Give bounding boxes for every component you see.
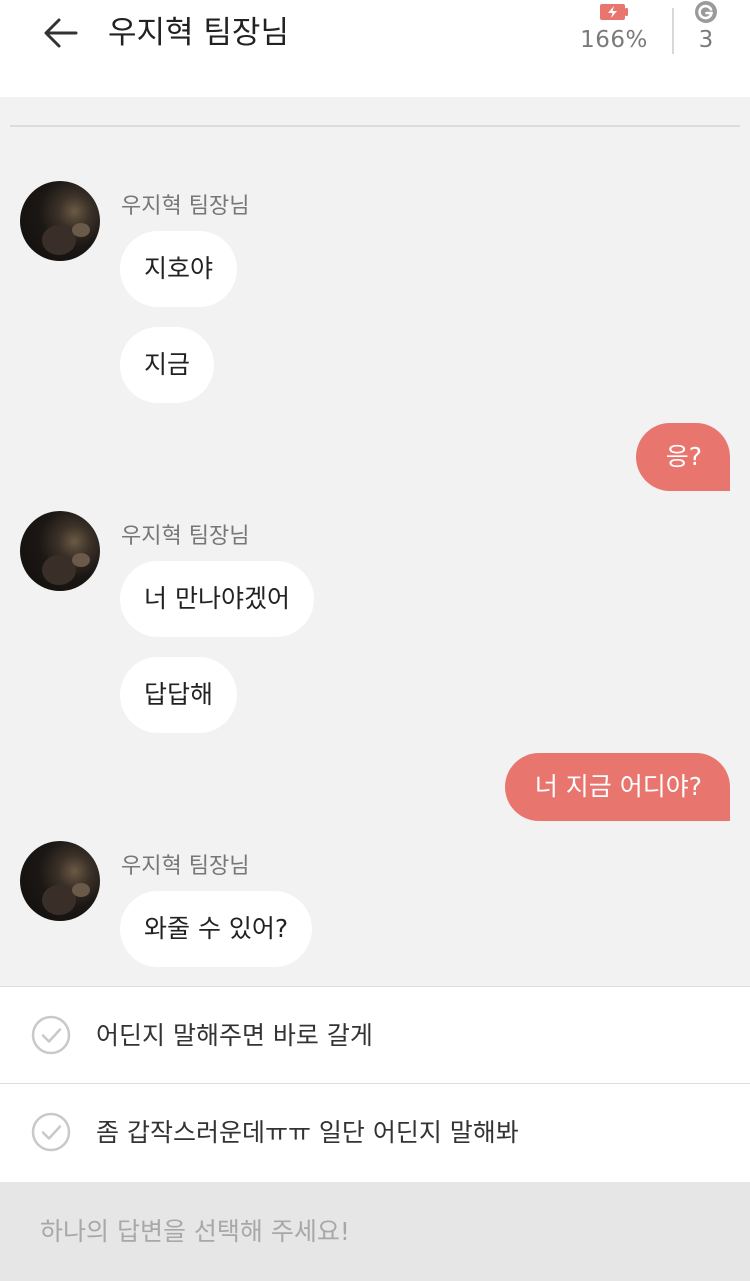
chat-title: 우지혁 팀장님 <box>108 15 289 51</box>
reply-option[interactable]: 좀 갑작스러운데ㅠㅠ 일단 어딘지 말해봐 <box>0 1083 750 1181</box>
coin-count: 3 <box>698 27 714 53</box>
coin-g-icon <box>695 1 717 23</box>
sender-name: 우지혁 팀장님 <box>121 194 250 219</box>
bottom-hint-bar: 하나의 답변을 선택해 주세요! <box>0 1182 750 1281</box>
battery-percent: 166% <box>580 27 648 53</box>
check-circle-icon <box>31 1112 71 1152</box>
coin-status[interactable]: 3 <box>690 0 722 53</box>
avatar[interactable] <box>20 841 100 921</box>
message-bubble: 답답해 <box>120 657 238 733</box>
sender-name: 우지혁 팀장님 <box>121 854 250 879</box>
avatar[interactable] <box>20 181 100 261</box>
reply-option-label: 어딘지 말해주면 바로 갈게 <box>96 1021 373 1050</box>
my-message-bubble: 너 지금 어디야? <box>504 753 730 821</box>
battery-icon <box>600 4 628 20</box>
battery-status[interactable]: 166% <box>576 0 652 53</box>
my-message-bubble: 응? <box>635 423 730 491</box>
bottom-hint-text: 하나의 답변을 선택해 주세요! <box>40 1217 350 1246</box>
chat-top-divider <box>10 125 740 127</box>
message-bubble: 와줄 수 있어? <box>120 891 313 967</box>
message-bubble: 지호야 <box>120 231 238 307</box>
message-bubble: 지금 <box>120 327 215 403</box>
message-bubble: 너 만나야겠어 <box>120 561 314 637</box>
check-circle-icon <box>31 1015 71 1055</box>
arrow-left-icon <box>44 18 78 48</box>
reply-options: 어딘지 말해주면 바로 갈게 좀 갑작스러운데ㅠㅠ 일단 어딘지 말해봐 <box>0 986 750 1182</box>
reply-option-label: 좀 갑작스러운데ㅠㅠ 일단 어딘지 말해봐 <box>96 1118 519 1147</box>
sender-name: 우지혁 팀장님 <box>121 524 250 549</box>
avatar[interactable] <box>20 511 100 591</box>
chat-header: 우지혁 팀장님 166% 3 <box>0 0 750 97</box>
back-button[interactable] <box>38 10 84 56</box>
header-divider <box>672 8 674 54</box>
reply-option[interactable]: 어딘지 말해주면 바로 갈게 <box>0 986 750 1084</box>
